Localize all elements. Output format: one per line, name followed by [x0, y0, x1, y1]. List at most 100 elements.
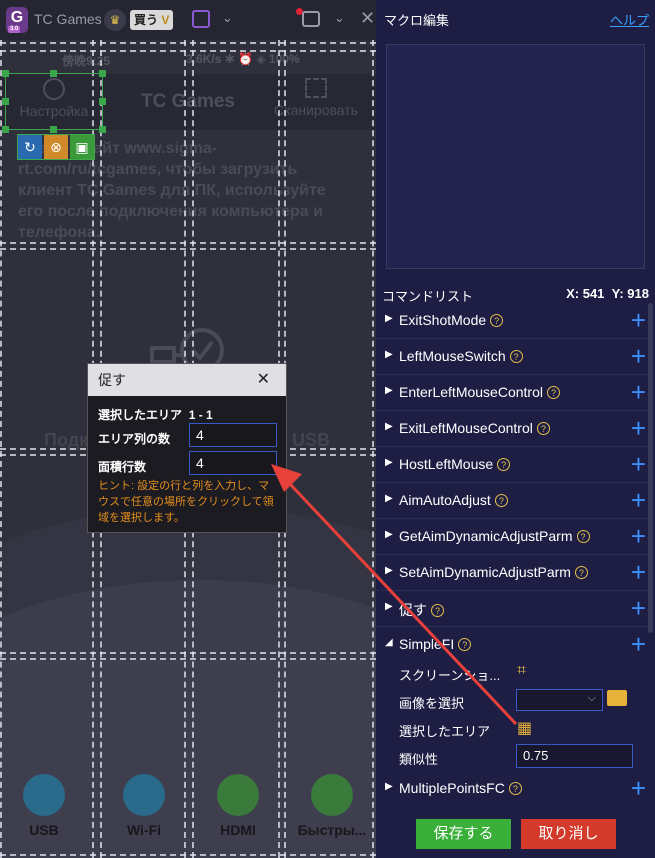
macro-panel: マクロ編集 ヘルプ コマンドリスト X: 541 Y: 918 ▶ ExitSho…: [376, 0, 655, 858]
grid-icon[interactable]: [192, 10, 210, 28]
prompt-dialog: 促す ✕ 選択したエリア 1 - 1 エリア列の数 4 面積行数 4 ヒント: …: [87, 363, 287, 533]
command-item[interactable]: ▶ LeftMouseSwitch? +: [376, 339, 648, 375]
add-icon[interactable]: +: [631, 307, 646, 333]
refresh-icon[interactable]: ↻: [18, 135, 42, 159]
add-icon[interactable]: +: [631, 415, 646, 441]
add-icon[interactable]: +: [631, 343, 646, 369]
similarity-label: 類似性: [399, 752, 439, 767]
command-item[interactable]: ▶ ExitShotMode? +: [376, 303, 648, 339]
monitor-icon: [217, 774, 259, 816]
selected-area-row: 選択したエリア 1 - 1: [98, 408, 213, 422]
resize-handle[interactable]: [50, 70, 57, 77]
add-icon[interactable]: +: [631, 487, 646, 513]
buy-button[interactable]: 買う V: [130, 10, 174, 30]
expand-arrow-icon[interactable]: ▶: [385, 493, 393, 504]
resize-handle[interactable]: [99, 70, 106, 77]
help-icon[interactable]: ?: [494, 494, 508, 507]
expand-arrow-icon[interactable]: ▶: [385, 349, 393, 360]
app-root: G 3.0 TC Games ♛ 買う V ⌄ ⌄ ✕ 傍晚9:25 3.6K/s…: [0, 0, 655, 858]
status-indicators: 3.6K/s ✱ ⏰ ◈ 100%: [186, 52, 300, 66]
grid-select-icon[interactable]: ▦: [517, 718, 532, 738]
cols-label: エリア列の数: [98, 432, 171, 446]
help-icon[interactable]: ?: [508, 782, 522, 795]
command-item[interactable]: ▶ GetAimDynamicAdjustParm? +: [376, 519, 648, 555]
add-icon[interactable]: +: [631, 523, 646, 549]
command-item-expanded[interactable]: ◢ SimpleFI? +: [376, 627, 648, 663]
command-item[interactable]: ▶ EnterLeftMouseControl? +: [376, 375, 648, 411]
macro-editor[interactable]: [386, 44, 645, 269]
projector-icon: [311, 774, 353, 816]
crown-icon[interactable]: ♛: [104, 9, 126, 31]
image-select-dropdown[interactable]: ⌵: [516, 689, 603, 711]
rows-input[interactable]: 4: [189, 451, 277, 475]
close-icon[interactable]: ✕: [360, 8, 375, 29]
resize-handle[interactable]: [50, 126, 57, 133]
folder-icon[interactable]: [607, 690, 627, 706]
expand-arrow-icon[interactable]: ▶: [385, 529, 393, 540]
chat-icon[interactable]: [302, 11, 320, 27]
coordinate-readout: X: 541 Y: 918: [566, 286, 649, 301]
expand-arrow-icon[interactable]: ▶: [385, 421, 393, 432]
command-item[interactable]: ▶ 促す? +: [376, 591, 648, 627]
grid-line: [0, 658, 376, 660]
help-icon[interactable]: ?: [490, 314, 504, 327]
crop-icon[interactable]: ⌗: [517, 662, 526, 680]
connection-quick[interactable]: Быстры...: [288, 774, 376, 838]
expand-arrow-icon[interactable]: ▶: [385, 457, 393, 468]
resize-handle[interactable]: [99, 126, 106, 133]
command-item[interactable]: ▶ SetAimDynamicAdjustParm? +: [376, 555, 648, 591]
add-icon[interactable]: +: [631, 775, 646, 801]
grid-line: [0, 248, 376, 250]
expand-arrow-icon[interactable]: ▶: [385, 601, 393, 612]
add-icon[interactable]: +: [631, 631, 646, 657]
resize-handle[interactable]: [2, 126, 9, 133]
help-icon[interactable]: ?: [458, 638, 472, 651]
command-item[interactable]: ▶ ExitLeftMouseControl? +: [376, 411, 648, 447]
selection-rectangle[interactable]: [5, 73, 103, 130]
expand-arrow-icon[interactable]: ▶: [385, 313, 393, 324]
add-icon[interactable]: +: [631, 451, 646, 477]
connection-wifi[interactable]: Wi-Fi: [104, 774, 184, 838]
expand-arrow-icon[interactable]: ▶: [385, 781, 393, 792]
command-item[interactable]: ▶ MultiplePointsFC? +: [376, 771, 648, 806]
chevron-down-icon[interactable]: ⌄: [334, 10, 345, 26]
help-icon[interactable]: ?: [536, 422, 550, 435]
close-icon[interactable]: ✕: [257, 364, 270, 396]
add-icon[interactable]: +: [631, 595, 646, 621]
help-icon[interactable]: ?: [431, 604, 444, 617]
cancel-button[interactable]: 取り消し: [521, 819, 616, 849]
help-link[interactable]: ヘルプ: [610, 10, 649, 29]
help-icon[interactable]: ?: [497, 458, 511, 471]
help-icon[interactable]: ?: [546, 386, 560, 399]
cancel-icon[interactable]: ⊗: [44, 135, 68, 159]
command-item[interactable]: ▶ AimAutoAdjust? +: [376, 483, 648, 519]
chevron-down-icon[interactable]: ⌄: [222, 10, 233, 26]
command-list-scrollbar[interactable]: [648, 303, 653, 633]
help-icon[interactable]: ?: [576, 530, 590, 543]
resize-handle[interactable]: [2, 70, 9, 77]
resize-handle[interactable]: [2, 98, 9, 105]
similarity-input[interactable]: 0.75: [516, 744, 633, 768]
command-item[interactable]: ▶ HostLeftMouse? +: [376, 447, 648, 483]
help-icon[interactable]: ?: [574, 566, 588, 579]
select-image-label: 画像を選択: [399, 696, 465, 711]
save-button[interactable]: 保存する: [416, 819, 511, 849]
expand-arrow-icon[interactable]: ▶: [385, 565, 393, 576]
connection-hdmi[interactable]: HDMI: [198, 774, 278, 838]
resize-handle[interactable]: [99, 98, 106, 105]
scan-icon: [305, 78, 327, 98]
collapse-arrow-icon[interactable]: ◢: [385, 637, 393, 648]
phone-mirror: G 3.0 TC Games ♛ 買う V ⌄ ⌄ ✕ 傍晚9:25 3.6K/s…: [0, 0, 376, 858]
help-icon[interactable]: ?: [509, 350, 523, 363]
panel-title: マクロ編集: [384, 13, 450, 28]
usb-icon: [23, 774, 65, 816]
connection-usb[interactable]: USB: [4, 774, 84, 838]
save-icon[interactable]: ▣: [70, 135, 94, 159]
add-icon[interactable]: +: [631, 379, 646, 405]
cols-input[interactable]: 4: [189, 423, 277, 447]
expand-arrow-icon[interactable]: ▶: [385, 385, 393, 396]
add-icon[interactable]: +: [631, 559, 646, 585]
wifi-icon: [123, 774, 165, 816]
rows-label: 面積行数: [98, 460, 147, 474]
grid-line: [0, 854, 376, 856]
